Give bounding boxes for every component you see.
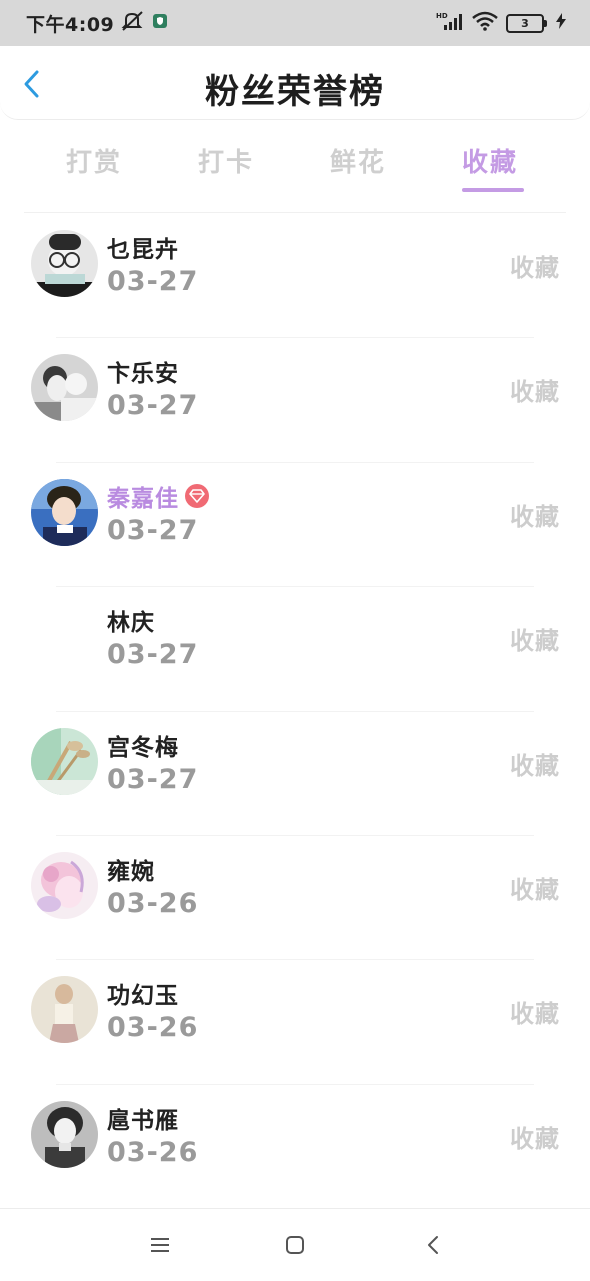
home-icon[interactable] bbox=[283, 1233, 307, 1257]
menu-icon[interactable] bbox=[148, 1233, 172, 1257]
wifi-icon bbox=[472, 11, 498, 35]
avatar[interactable] bbox=[31, 230, 98, 297]
shield-app-icon bbox=[152, 13, 168, 33]
date: 03-27 bbox=[107, 266, 199, 297]
avatar[interactable] bbox=[31, 851, 98, 919]
tab-checkin[interactable]: 打卡 bbox=[198, 142, 254, 179]
network-label: HD bbox=[436, 12, 448, 20]
avatar[interactable] bbox=[31, 976, 98, 1044]
date: 03-27 bbox=[107, 763, 199, 795]
date: 03-27 bbox=[107, 639, 199, 671]
action-label: 收藏 bbox=[510, 1124, 560, 1153]
date: 03-26 bbox=[107, 887, 199, 919]
user-name: 卞乐安 bbox=[107, 361, 179, 388]
user-name: 秦嘉佳 bbox=[107, 479, 209, 513]
date: 03-27 bbox=[107, 390, 199, 422]
signal-icon: HD bbox=[436, 11, 464, 35]
divider bbox=[24, 212, 566, 213]
user-name: 雍婉 bbox=[107, 858, 155, 885]
action-label: 收藏 bbox=[510, 627, 560, 656]
back-icon[interactable] bbox=[421, 1233, 445, 1257]
avatar[interactable] bbox=[31, 603, 98, 670]
user-name: 扈书雁 bbox=[107, 1107, 179, 1134]
user-name: 林庆 bbox=[107, 610, 155, 637]
action-label: 收藏 bbox=[510, 875, 560, 904]
status-bar: 下午4:09 HD 3 bbox=[0, 0, 590, 46]
list-item[interactable]: 林庆 03-27 收藏 bbox=[0, 587, 590, 712]
user-name: 功幻玉 bbox=[107, 983, 179, 1010]
list-item[interactable]: 功幻玉 03-26 收藏 bbox=[0, 960, 590, 1085]
header: 粉丝荣誉榜 bbox=[0, 46, 590, 120]
user-name: 乜昆卉 bbox=[107, 237, 179, 263]
user-name: 宫冬梅 bbox=[107, 734, 179, 761]
list-item[interactable]: 宫冬梅 03-27 收藏 bbox=[0, 712, 590, 836]
avatar[interactable] bbox=[31, 1100, 98, 1168]
fan-list: 乜昆卉 03-27 收藏 卞乐安 03-27 收藏 秦嘉佳 03-27 收藏 林… bbox=[0, 214, 590, 1210]
status-left: 下午4:09 bbox=[26, 10, 168, 37]
system-nav-bar bbox=[0, 1208, 590, 1281]
date: 03-26 bbox=[107, 1012, 199, 1044]
avatar[interactable] bbox=[31, 727, 98, 795]
action-label: 收藏 bbox=[510, 502, 560, 531]
tab-flowers[interactable]: 鲜花 bbox=[330, 142, 386, 179]
battery-icon: 3 bbox=[506, 13, 547, 33]
status-right: HD 3 bbox=[436, 11, 566, 35]
list-item[interactable]: 秦嘉佳 03-27 收藏 bbox=[0, 463, 590, 588]
list-item[interactable]: 卞乐安 03-27 收藏 bbox=[0, 338, 590, 463]
action-label: 收藏 bbox=[510, 1000, 560, 1029]
avatar[interactable] bbox=[31, 478, 98, 546]
mute-icon bbox=[120, 10, 146, 36]
active-tab-indicator bbox=[462, 188, 524, 192]
vip-diamond-icon bbox=[185, 483, 209, 508]
charging-icon bbox=[556, 13, 566, 33]
list-item[interactable]: 扈书雁 03-26 收藏 bbox=[0, 1085, 590, 1210]
tab-bar: 打赏 打卡 鲜花 收藏 bbox=[0, 128, 590, 198]
list-item[interactable]: 乜昆卉 03-27 收藏 bbox=[0, 214, 590, 339]
tab-favorites[interactable]: 收藏 bbox=[462, 142, 518, 179]
action-label: 收藏 bbox=[510, 378, 560, 407]
avatar[interactable] bbox=[31, 354, 98, 422]
action-label: 收藏 bbox=[510, 254, 560, 282]
page-title: 粉丝荣誉榜 bbox=[205, 72, 385, 112]
status-time: 下午4:09 bbox=[26, 13, 115, 36]
list-item[interactable]: 雍婉 03-26 收藏 bbox=[0, 836, 590, 961]
action-label: 收藏 bbox=[510, 751, 560, 780]
tab-tip[interactable]: 打赏 bbox=[66, 142, 122, 179]
date: 03-27 bbox=[107, 514, 199, 546]
date: 03-26 bbox=[107, 1136, 199, 1168]
